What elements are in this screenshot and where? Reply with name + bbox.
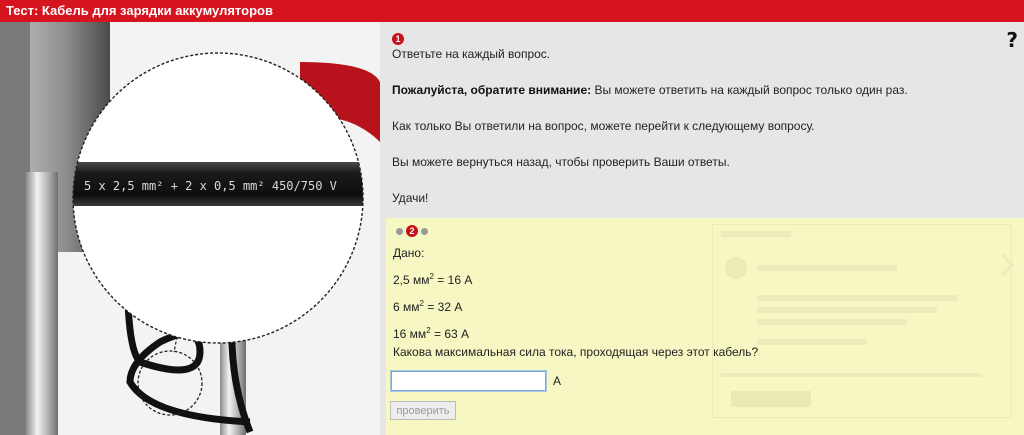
given-rhs: = 32 А xyxy=(423,300,463,314)
instruction-note: Пожалуйста, обратите внимание: Вы можете… xyxy=(392,83,992,98)
check-button[interactable]: проверить xyxy=(390,401,456,420)
instruction-line-4: Вы можете вернуться назад, чтобы провери… xyxy=(392,155,730,169)
given-block: Дано: 2,5 мм2 = 16 А 6 мм2 = 32 А 16 мм2… xyxy=(393,242,472,346)
progress-dots: 2 xyxy=(396,225,428,237)
background-ghost-panel xyxy=(712,224,1015,418)
help-button[interactable]: ? xyxy=(1006,28,1018,52)
window-title: Тест: Кабель для зарядки аккумуляторов xyxy=(0,0,1024,22)
given-rhs: = 16 А xyxy=(433,273,473,287)
note-bold: Пожалуйста, обратите внимание: xyxy=(392,83,592,97)
given-row-3: 16 мм2 = 63 А xyxy=(393,319,472,346)
given-rhs: = 63 А xyxy=(430,327,470,341)
instructions: 1 Ответьте на каждый вопрос. Пожалуйста,… xyxy=(392,31,992,227)
given-lhs: 2,5 мм xyxy=(393,273,430,287)
given-lhs: 6 мм xyxy=(393,300,420,314)
step-badge-1: 1 xyxy=(392,33,404,45)
question-text: Какова максимальная сила тока, проходяща… xyxy=(393,345,759,359)
given-row-2: 6 мм2 = 32 А xyxy=(393,292,472,319)
answer-input[interactable] xyxy=(390,370,547,392)
illustration: 5 x 2,5 mm² + 2 x 0,5 mm² 450/750 V xyxy=(0,22,380,435)
ghost-line xyxy=(757,307,937,313)
question-box: 2 Дано: 2,5 мм2 = 16 А 6 мм2 = 32 А 16 м… xyxy=(386,218,1024,435)
instruction-line-3: Как только Вы ответили на вопрос, можете… xyxy=(392,119,815,133)
given-lhs: 16 мм xyxy=(393,327,427,341)
ghost-line xyxy=(757,339,867,345)
ghost-line xyxy=(757,319,907,325)
ghost-info-icon xyxy=(725,257,747,279)
ghost-line xyxy=(757,265,897,271)
task-panel: ? 1 Ответьте на каждый вопрос. Пожалуйст… xyxy=(380,22,1024,435)
ghost-line xyxy=(721,373,981,377)
ghost-chevron-right-icon xyxy=(991,253,1015,277)
progress-dot[interactable] xyxy=(421,227,428,235)
ghost-button xyxy=(731,391,811,407)
cable-magnifier-illustration: 5 x 2,5 mm² + 2 x 0,5 mm² 450/750 V xyxy=(0,22,380,435)
instruction-line-1: Ответьте на каждый вопрос. xyxy=(392,47,551,61)
ghost-line xyxy=(757,295,957,301)
given-title: Дано: xyxy=(393,246,425,260)
instruction-line-5: Удачи! xyxy=(392,191,429,205)
ghost-line xyxy=(721,231,791,237)
given-row-1: 2,5 мм2 = 16 А xyxy=(393,265,472,292)
step-badge-2: 2 xyxy=(406,225,418,237)
note-text: Вы можете ответить на каждый вопрос толь… xyxy=(591,83,908,97)
cable-label: 5 x 2,5 mm² + 2 x 0,5 mm² 450/750 V xyxy=(84,179,337,193)
progress-dot[interactable] xyxy=(396,227,403,235)
answer-unit: А xyxy=(553,374,562,388)
